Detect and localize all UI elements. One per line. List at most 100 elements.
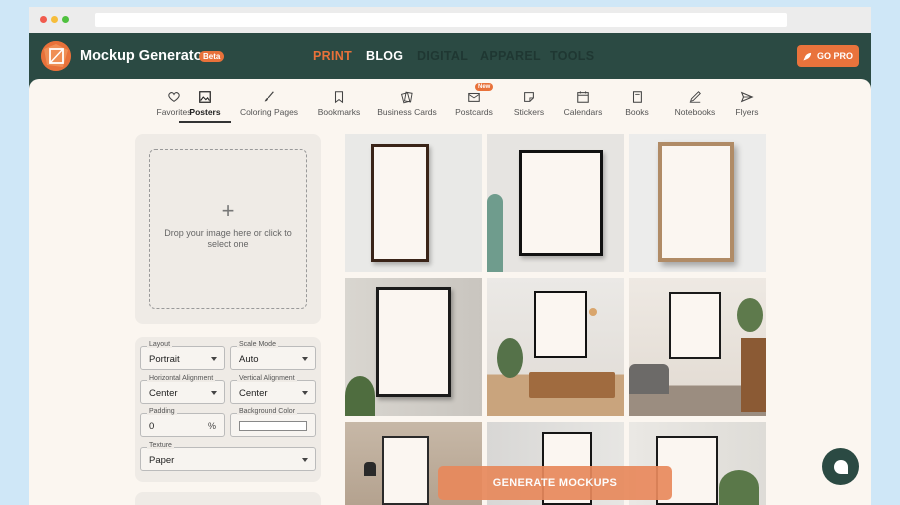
tab-label: Postcards [455,107,493,117]
tab-label: Books [625,107,649,117]
plant [345,376,375,416]
image-dropzone[interactable]: + Drop your image here or click to selec… [149,149,307,309]
tab-label: Coloring Pages [239,107,299,117]
nav-blog[interactable]: BLOG [366,49,403,63]
padding-value: 0 [149,421,155,432]
address-bar[interactable] [95,13,787,27]
layout-label: Layout [147,341,173,348]
tab-coloring-pages[interactable]: Coloring Pages [239,89,299,117]
cabinet [741,338,766,412]
cards-icon [375,89,439,105]
tab-bookmarks[interactable]: Bookmarks [315,89,363,117]
settings-panel: Layout Portrait Scale Mode Auto Horizont… [135,337,321,482]
tab-posters[interactable]: Posters [179,89,231,117]
new-badge: New [475,83,494,91]
mockup-thumbnail[interactable] [629,278,766,416]
pendant-lamp [364,462,376,476]
mockup-thumbnail[interactable] [345,134,482,272]
pendant-lamp [589,308,597,316]
mockup-thumbnail[interactable] [487,134,624,272]
layout-select[interactable]: Layout Portrait [140,341,225,370]
cactus-plant [487,194,503,272]
go-pro-label: GO PRO [816,51,853,61]
tab-books[interactable]: Books [623,89,651,117]
mockup-thumbnail[interactable] [345,278,482,416]
logo-icon[interactable] [41,41,71,71]
layout-value: Portrait [149,354,180,365]
plant [497,338,523,378]
texture-value: Paper [149,455,175,466]
maximize-window-dot[interactable] [62,16,69,23]
main-content: Favorites Posters Coloring Pages Bookmarks B… [29,79,871,505]
tab-label: Stickers [513,107,545,117]
color-swatch[interactable] [239,421,307,431]
chevron-down-icon [211,391,217,395]
background-color-label: Background Color [237,408,298,415]
nav-tools[interactable]: TOOLS [550,49,594,63]
additional-panel [135,492,321,505]
upload-panel: + Drop your image here or click to selec… [135,134,321,324]
browser-chrome [29,7,871,33]
chevron-down-icon [211,357,217,361]
tab-label: Business Cards [377,107,437,117]
postcard-icon [453,89,495,105]
tab-stickers[interactable]: Stickers [512,89,546,117]
sticker-icon [512,89,546,105]
padding-input[interactable]: Padding 0 % [140,408,225,437]
notebook-icon [671,89,719,105]
minimize-window-dot[interactable] [51,16,58,23]
tab-label: Notebooks [674,107,716,117]
sideboard [529,372,615,398]
active-tab-indicator [179,121,231,123]
chat-bubble-icon [833,459,848,474]
chevron-down-icon [302,391,308,395]
horizontal-alignment-select[interactable]: Horizontal Alignment Center [140,375,225,404]
tab-flyers[interactable]: Flyers [733,89,761,117]
close-window-dot[interactable] [40,16,47,23]
tab-label: Bookmarks [317,107,361,117]
tab-notebooks[interactable]: Notebooks [671,89,719,117]
beta-badge: Beta [199,51,225,62]
calendar-icon [561,89,605,105]
dropzone-text: Drop your image here or click to select … [164,228,292,249]
horizontal-alignment-label: Horizontal Alignment [147,375,216,382]
bookmark-icon [315,89,363,105]
chevron-down-icon [302,458,308,462]
padding-unit: % [207,421,216,431]
vertical-alignment-label: Vertical Alignment [237,375,297,382]
padding-label: Padding [147,408,177,415]
tab-postcards[interactable]: Postcards [453,89,495,117]
chat-button[interactable] [822,448,859,485]
vertical-alignment-select[interactable]: Vertical Alignment Center [230,375,316,404]
image-icon [179,89,231,105]
tab-label: Posters [189,107,221,117]
horizontal-alignment-value: Center [149,388,178,399]
browser-window: Mockup Generator Beta PRINT BLOG DIGITAL… [29,7,871,505]
tab-label: Calendars [563,107,603,117]
background-color-picker[interactable]: Background Color [230,408,316,437]
scale-mode-select[interactable]: Scale Mode Auto [230,341,316,370]
nav-print[interactable]: PRINT [313,49,352,63]
mockup-thumbnail[interactable] [629,134,766,272]
go-pro-button[interactable]: GO PRO [797,45,859,67]
tab-calendars[interactable]: Calendars [561,89,605,117]
book-icon [623,89,651,105]
plant [719,470,759,505]
tab-label: Flyers [735,107,759,117]
rocket-icon [803,52,812,61]
brand-name[interactable]: Mockup Generator [80,48,208,64]
scale-mode-value: Auto [239,354,259,365]
vertical-alignment-value: Center [239,388,268,399]
plus-icon: + [221,198,235,223]
scale-mode-label: Scale Mode [237,341,278,348]
texture-select[interactable]: Texture Paper [140,442,316,471]
nav-apparel[interactable]: APPAREL [480,49,541,63]
nav-digital[interactable]: DIGITAL [417,49,468,63]
tab-business-cards[interactable]: Business Cards [375,89,439,117]
texture-label: Texture [147,442,174,449]
generate-mockups-button[interactable]: GENERATE MOCKUPS [438,466,672,500]
send-icon [733,89,761,105]
mockup-thumbnail[interactable] [487,278,624,416]
plant [737,298,763,332]
brush-icon [239,89,299,105]
